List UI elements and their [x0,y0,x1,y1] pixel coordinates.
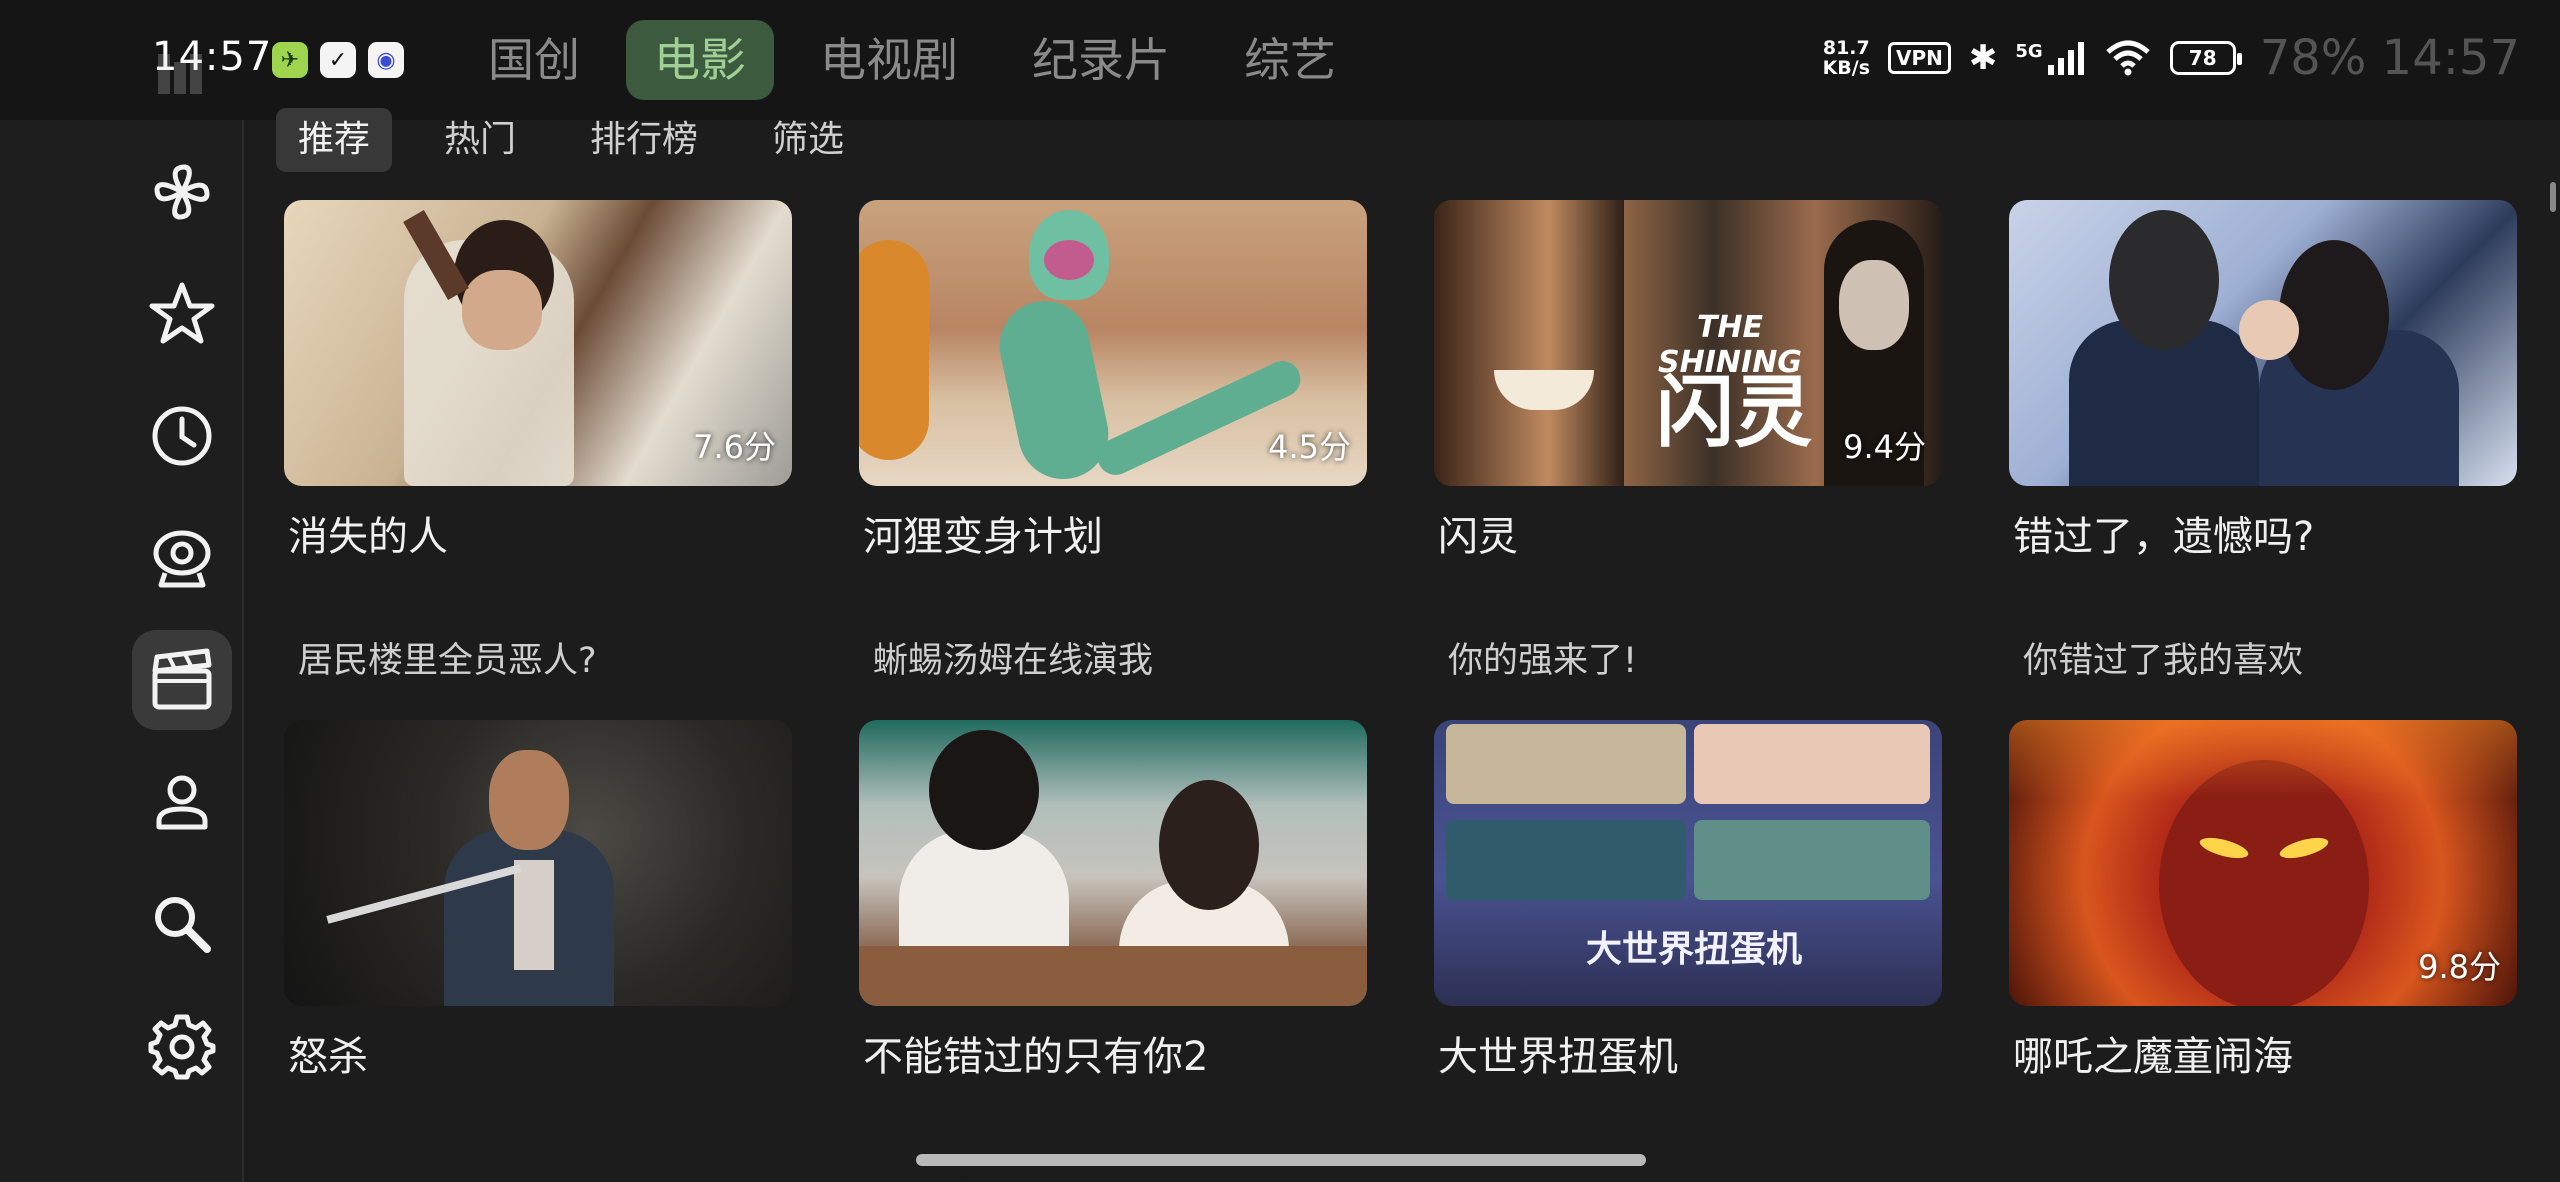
movie-tagline: 甄家班硬核打戏! [298,1172,794,1182]
subtab-hot[interactable]: 热门 [422,108,538,172]
sidebar-item-live[interactable] [132,508,232,608]
movie-poster[interactable]: 9.8分 [2009,720,2517,1006]
gesture-home-bar[interactable] [916,1154,1646,1166]
gear-icon [148,1014,216,1080]
sidebar-item-discover[interactable] [132,142,232,242]
top-tabs: 国创 电影 电视剧 纪录片 综艺 [460,20,1382,100]
status-right: 81.7 KB/s VPN ✱ 5G 78 78% 14:57 [1823,30,2520,86]
movie-title[interactable]: 哪吒之魔童闹海 [2013,1024,2519,1082]
clapperboard-icon [152,648,212,710]
movie-poster[interactable]: 大世界扭蛋机 [1434,720,1942,1006]
movie-tagline: 会理客有成真需? [873,1172,1369,1182]
poster-title-cn: 闪灵 [1655,368,1812,458]
signal-icon: 5G [2015,41,2085,75]
pinwheel-icon [154,164,210,220]
vpn-badge: VPN [1888,42,1951,74]
movie-title[interactable]: 错过了，遗憾吗? [2013,504,2519,562]
poster-title: 大世界扭蛋机 [1585,929,1802,970]
home-icon[interactable] [152,44,208,100]
star-icon [149,282,215,344]
movie-card[interactable]: 错过了，遗憾吗? 你错过了我的喜欢 [2009,200,2519,683]
sidebar-item-search[interactable] [132,874,232,974]
planet-app-icon: ◉ [368,42,404,78]
search-icon [155,897,211,953]
sidebar-item-favorites[interactable] [132,264,232,364]
tab-tv-series[interactable]: 电视剧 [792,20,986,100]
subtab-recommended[interactable]: 推荐 [276,108,393,172]
clock-icon [152,406,212,466]
movie-title[interactable]: 不能错过的只有你2 [863,1024,1369,1082]
movie-card[interactable]: 4.5分 河狸变身计划 蜥蜴汤姆在线演我 [859,200,1369,683]
tab-movie[interactable]: 电影 [626,20,774,100]
movie-title[interactable]: 消失的人 [288,504,794,562]
movie-title[interactable]: 闪灵 [1438,504,1944,562]
movie-poster[interactable] [2009,200,2517,486]
subtab-filter[interactable]: 筛选 [750,108,866,172]
movie-tagline: 小爷是魔，那又如何 [2023,1172,2519,1182]
score-badge: 9.8分 [2418,948,2501,986]
bird-app-icon: ✈ [272,42,308,78]
score-badge: 9.4分 [1843,428,1926,466]
movie-card[interactable]: 不能错过的只有你2 会理客有成真需? [859,720,1369,1182]
sub-tabs: 推荐 热门 排行榜 筛选 [276,108,866,172]
signal-bars-icon [2047,42,2084,75]
user-icon [156,775,208,830]
movie-card[interactable]: THE SHINING 闪灵 9.4分 闪灵 你的强来了! [1434,200,1944,683]
movie-title[interactable]: 河狸变身计划 [863,504,1369,562]
movie-poster[interactable]: 7.6分 [284,200,792,486]
status-overlay-ghost: 78% 14:57 [2259,30,2520,86]
movie-tagline: 居民楼里全员恶人? [298,641,597,681]
score-badge: 7.6分 [693,428,776,466]
subtab-ranking[interactable]: 排行榜 [568,108,720,172]
top-bar: 14:57 ✈ ✓ ◉ 国创 电影 电视剧 纪录片 综艺 81.7 KB/s V… [0,0,2560,120]
battery-icon: 78 [2169,41,2242,75]
movie-tagline: 青年导演脑洞之作 [1448,1172,1944,1182]
wifi-icon [2106,40,2150,76]
sidebar [0,54,244,1182]
movie-card[interactable]: 9.8分 哪吒之魔童闹海 小爷是魔，那又如何 [2009,720,2519,1182]
check-app-icon: ✓ [320,42,356,78]
tab-documentary[interactable]: 纪录片 [1004,20,1198,100]
webcam-icon [153,530,211,588]
movie-poster[interactable]: THE SHINING 闪灵 9.4分 [1434,200,1942,486]
movie-card[interactable]: 怒杀 甄家班硬核打戏! [284,720,794,1182]
movie-card[interactable]: 大世界扭蛋机 大世界扭蛋机 青年导演脑洞之作 [1434,720,1944,1182]
movie-poster[interactable]: 4.5分 [859,200,1367,486]
sidebar-item-profile[interactable] [132,752,232,852]
bluetooth-icon: ✱ [1968,38,1998,78]
score-badge: 4.5分 [1268,428,1351,466]
tab-guochuang[interactable]: 国创 [460,20,608,100]
status-app-icons: ✈ ✓ ◉ [272,42,404,78]
movie-title[interactable]: 怒杀 [288,1024,794,1082]
movie-title[interactable]: 大世界扭蛋机 [1438,1024,1944,1082]
sidebar-item-history[interactable] [132,386,232,486]
sidebar-item-movies[interactable] [132,630,232,730]
app-window: 14:57 ✈ ✓ ◉ 国创 电影 电视剧 纪录片 综艺 81.7 KB/s V… [0,0,2560,1182]
movie-tagline: 你错过了我的喜欢 [2023,641,2304,681]
movie-poster[interactable] [859,720,1367,1006]
movie-poster[interactable] [284,720,792,1006]
scrollbar[interactable] [2550,182,2556,212]
tab-variety[interactable]: 综艺 [1216,20,1364,100]
sidebar-item-settings[interactable] [132,996,232,1096]
movie-card[interactable]: 7.6分 消失的人 居民楼里全员恶人? [284,200,794,683]
net-speed: 81.7 KB/s [1822,37,1871,79]
movie-tagline: 你的强来了! [1448,641,1638,681]
movie-tagline: 蜥蜴汤姆在线演我 [873,641,1154,681]
